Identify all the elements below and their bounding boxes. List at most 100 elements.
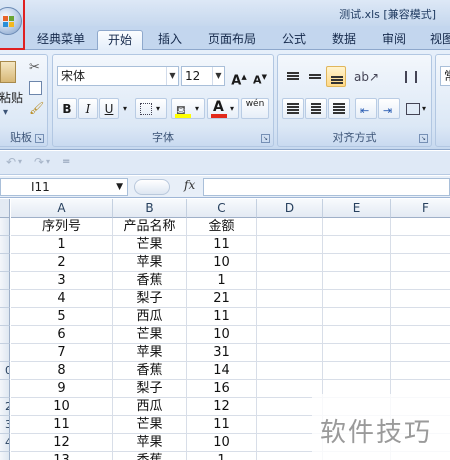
font-launcher-icon[interactable]: ↘ <box>261 134 270 143</box>
cell[interactable]: 序列号 <box>11 218 113 236</box>
cell[interactable]: 12 <box>11 434 113 452</box>
row-header[interactable] <box>0 380 10 398</box>
underline-dropdown-icon[interactable]: ▾ <box>120 98 130 119</box>
align-left-button[interactable] <box>282 98 304 119</box>
cell[interactable]: 2 <box>11 254 113 272</box>
paste-label[interactable]: 粘贴 <box>0 89 23 106</box>
cell[interactable]: 苹果 <box>113 434 187 452</box>
cell[interactable]: 香蕉 <box>113 452 187 460</box>
cell[interactable] <box>257 218 323 236</box>
cell[interactable] <box>323 218 391 236</box>
borders-button[interactable]: ▾ <box>135 98 167 119</box>
row-header[interactable] <box>0 344 10 362</box>
cell[interactable]: 香蕉 <box>113 272 187 290</box>
cell[interactable] <box>391 344 450 362</box>
tab-page-layout[interactable]: 页面布局 <box>198 30 266 50</box>
cell[interactable]: 产品名称 <box>113 218 187 236</box>
cell[interactable]: 10 <box>187 254 257 272</box>
column-header-b[interactable]: B <box>113 199 187 218</box>
align-top-button[interactable] <box>282 66 302 87</box>
cell[interactable]: 10 <box>11 398 113 416</box>
tab-view[interactable]: 视图 <box>420 30 450 50</box>
tab-review[interactable]: 审阅 <box>372 30 416 50</box>
cell[interactable]: 西瓜 <box>113 308 187 326</box>
increase-indent-button[interactable]: ⇥ <box>378 98 400 119</box>
cell[interactable]: 8 <box>11 362 113 380</box>
cell[interactable]: 苹果 <box>113 344 187 362</box>
cell[interactable] <box>391 254 450 272</box>
redo-icon[interactable]: ↷ <box>34 155 44 169</box>
column-header-e[interactable]: E <box>323 199 391 218</box>
cell[interactable]: 31 <box>187 344 257 362</box>
tab-classic-menu[interactable]: 经典菜单 <box>27 30 95 50</box>
cut-icon[interactable]: ✂ <box>29 61 43 75</box>
cell[interactable]: 梨子 <box>113 380 187 398</box>
formula-input[interactable] <box>203 178 450 196</box>
cell[interactable]: 芒果 <box>113 236 187 254</box>
cell[interactable]: 9 <box>11 380 113 398</box>
row-header[interactable]: 2 <box>0 398 10 416</box>
cell[interactable]: 1 <box>187 272 257 290</box>
decrease-indent-button[interactable]: ⇤ <box>355 98 377 119</box>
cell[interactable]: 金额 <box>187 218 257 236</box>
row-header[interactable] <box>0 326 10 344</box>
cell[interactable]: 10 <box>187 326 257 344</box>
cell[interactable] <box>391 362 450 380</box>
cell[interactable] <box>257 272 323 290</box>
cell[interactable] <box>257 290 323 308</box>
cell[interactable]: 6 <box>11 326 113 344</box>
orientation-button[interactable]: ab↗ <box>350 66 380 87</box>
column-header-c[interactable]: C <box>187 199 257 218</box>
cell[interactable]: 10 <box>187 434 257 452</box>
cell[interactable]: 3 <box>11 272 113 290</box>
row-header[interactable]: 0 <box>0 362 10 380</box>
phonetic-button[interactable]: wén <box>241 98 269 119</box>
tab-insert[interactable]: 插入 <box>148 30 192 50</box>
align-center-button[interactable] <box>305 98 327 119</box>
cell[interactable] <box>391 236 450 254</box>
column-header-d[interactable]: D <box>257 199 323 218</box>
align-right-button[interactable] <box>328 98 350 119</box>
customize-qat-icon[interactable]: = <box>62 156 70 167</box>
fill-color-button[interactable]: ⛾ ▾ <box>171 98 205 119</box>
cell[interactable] <box>257 254 323 272</box>
select-all-corner[interactable] <box>0 199 10 218</box>
tab-data[interactable]: 数据 <box>322 30 366 50</box>
cell[interactable]: 1 <box>187 452 257 460</box>
cell[interactable]: 芒果 <box>113 416 187 434</box>
column-header-f[interactable]: F <box>391 199 450 218</box>
cell[interactable] <box>391 218 450 236</box>
cell[interactable] <box>257 326 323 344</box>
font-size-select[interactable]: 12 ▼ <box>181 66 225 86</box>
cell[interactable]: 21 <box>187 290 257 308</box>
cell[interactable]: 11 <box>187 308 257 326</box>
cell[interactable] <box>257 236 323 254</box>
copy-icon[interactable] <box>29 81 42 95</box>
cell[interactable] <box>323 254 391 272</box>
insert-function-icon[interactable]: fx <box>184 178 195 192</box>
cell[interactable] <box>323 362 391 380</box>
redo-dropdown-icon[interactable]: ▾ <box>46 157 50 166</box>
cell[interactable] <box>257 362 323 380</box>
number-format-select[interactable]: 常 <box>440 66 450 86</box>
cell[interactable] <box>391 308 450 326</box>
paste-icon[interactable] <box>0 61 16 83</box>
cell[interactable] <box>391 290 450 308</box>
align-bottom-button[interactable] <box>326 66 346 87</box>
cell[interactable] <box>323 308 391 326</box>
cell[interactable]: 4 <box>11 290 113 308</box>
merge-center-button[interactable]: ▾ <box>402 98 430 119</box>
alignment-launcher-icon[interactable]: ↘ <box>419 134 428 143</box>
column-header-a[interactable]: A <box>11 199 113 218</box>
office-button[interactable] <box>0 0 26 50</box>
row-header[interactable] <box>0 218 10 236</box>
font-name-select[interactable]: 宋体 ▼ <box>57 66 179 86</box>
row-header[interactable] <box>0 254 10 272</box>
cell[interactable] <box>257 308 323 326</box>
underline-button[interactable]: U <box>99 98 119 119</box>
row-header[interactable] <box>0 452 10 460</box>
row-header[interactable] <box>0 290 10 308</box>
name-box[interactable]: I11 ▼ <box>0 178 128 196</box>
cell[interactable]: 7 <box>11 344 113 362</box>
paste-dropdown-icon[interactable]: ▾ <box>3 107 8 118</box>
